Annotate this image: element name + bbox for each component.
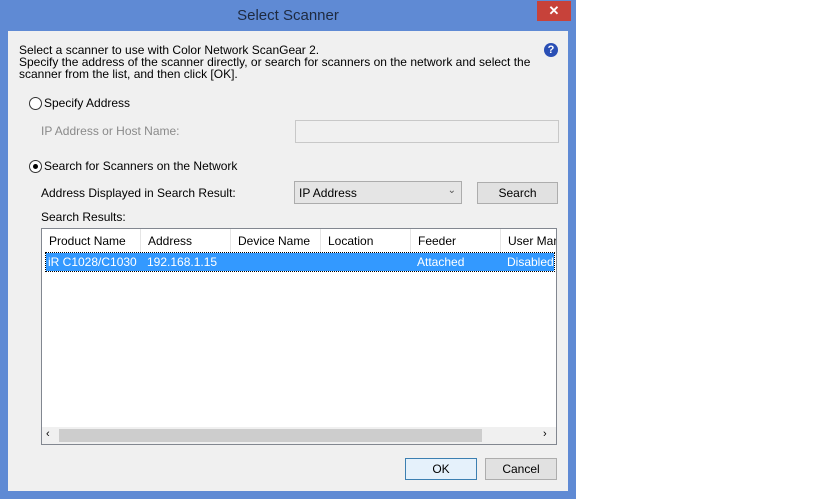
chevron-down-icon: ⌄ xyxy=(447,185,456,196)
scroll-right-icon[interactable]: › xyxy=(543,428,547,440)
search-network-radio[interactable] xyxy=(29,160,42,173)
scrollbar-thumb[interactable] xyxy=(59,429,482,442)
ip-address-label: IP Address or Host Name: xyxy=(41,124,180,138)
search-button[interactable]: Search xyxy=(477,182,558,204)
dialog-title: Select Scanner xyxy=(237,7,339,24)
cancel-button[interactable]: Cancel xyxy=(485,458,557,480)
intro-line: scanner from the list, and then click [O… xyxy=(19,67,238,81)
column-header-product-name[interactable]: Product Name xyxy=(42,229,141,253)
address-display-value: IP Address xyxy=(299,186,357,200)
column-header-feeder[interactable]: Feeder xyxy=(411,229,501,253)
horizontal-scrollbar[interactable]: ‹ › xyxy=(42,427,556,444)
cell-address: 192.168.1.15 xyxy=(147,255,218,269)
address-display-select[interactable]: IP Address ⌄ xyxy=(294,181,462,204)
specify-address-radio[interactable] xyxy=(29,97,42,110)
cell-user-management: Disabled xyxy=(507,255,554,269)
cell-product-name: iR C1028/C1030 xyxy=(48,255,137,269)
help-icon[interactable]: ? xyxy=(544,43,558,57)
address-display-label: Address Displayed in Search Result: xyxy=(41,186,236,200)
specify-address-label[interactable]: Specify Address xyxy=(44,96,130,110)
select-scanner-dialog: Select Scanner ✕ Select a scanner to use… xyxy=(0,0,576,499)
search-results-list[interactable]: Product Name Address Device Name Locatio… xyxy=(41,228,557,445)
column-header-user-management[interactable]: User Man xyxy=(501,229,556,253)
dialog-body: Select a scanner to use with Color Netwo… xyxy=(8,31,568,491)
close-button[interactable]: ✕ xyxy=(537,1,571,21)
column-header-location[interactable]: Location xyxy=(321,229,411,253)
cell-feeder: Attached xyxy=(417,255,465,269)
intro-text: Select a scanner to use with Color Netwo… xyxy=(19,44,530,80)
ip-address-input[interactable] xyxy=(295,120,559,143)
table-row[interactable]: iR C1028/C1030 192.168.1.15 Attached Dis… xyxy=(45,252,555,272)
search-network-label[interactable]: Search for Scanners on the Network xyxy=(44,159,237,173)
ok-button[interactable]: OK xyxy=(405,458,477,480)
column-header-device-name[interactable]: Device Name xyxy=(231,229,321,253)
scroll-left-icon[interactable]: ‹ xyxy=(46,428,50,440)
search-results-label: Search Results: xyxy=(41,210,126,224)
column-header-address[interactable]: Address xyxy=(141,229,231,253)
